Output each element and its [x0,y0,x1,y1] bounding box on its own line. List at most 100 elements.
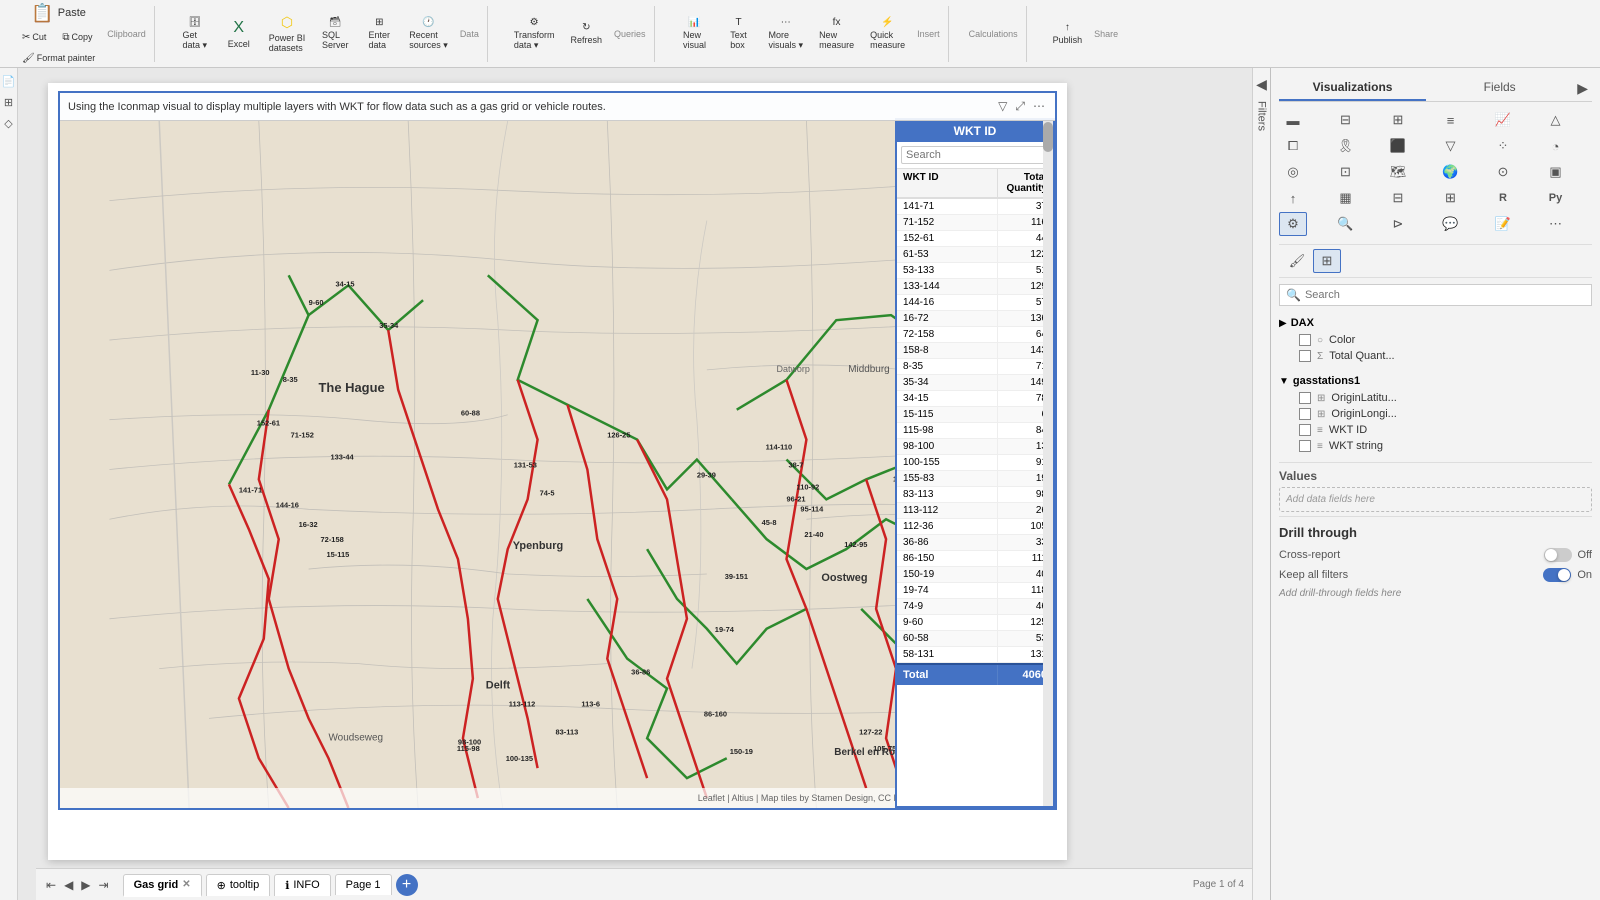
viz-waterfall[interactable]: ⬛ [1384,134,1412,158]
format-painter-button[interactable]: 🖌 Format painter [16,49,101,68]
table-row[interactable]: 72-15864 [897,327,1053,343]
table-row[interactable]: 36-8633 [897,535,1053,551]
viz-map[interactable]: 🗺 [1384,160,1412,184]
table-row[interactable]: 35-34149 [897,375,1053,391]
viz-decomp-tree[interactable]: ⊳ [1384,212,1412,236]
wkt-scrollbar[interactable] [1043,169,1053,806]
table-row[interactable]: 8-3571 [897,359,1053,375]
get-data-button[interactable]: 🗄 Getdata ▾ [175,10,215,57]
powerbi-datasets-button[interactable]: ⬡ Power BIdatasets [263,10,312,57]
table-row[interactable]: 141-7137 [897,199,1053,215]
viz-tree-map[interactable]: ⊡ [1332,160,1360,184]
viz-area-chart[interactable]: △ [1542,108,1570,132]
viz-line-chart[interactable]: 📈 [1489,108,1517,132]
viz-100-bar[interactable]: ≡ [1437,108,1465,132]
refresh-button[interactable]: ↻ Refresh [565,13,609,55]
field-wkt-id-checkbox[interactable] [1299,424,1311,436]
viz-r-visual[interactable]: R [1489,186,1517,210]
viz-analytics-icon[interactable]: ⊞ [1313,249,1341,273]
more-options-icon[interactable]: ⋯ [1031,97,1047,116]
more-visuals-button[interactable]: ⋯ Morevisuals ▾ [763,13,810,55]
field-origin-long-checkbox[interactable] [1299,408,1311,420]
viz-python[interactable]: Py [1542,186,1570,210]
nav-first[interactable]: ⇤ [44,876,58,894]
wkt-search-input[interactable] [901,146,1053,164]
enter-data-button[interactable]: ⊞ Enterdata [359,10,399,57]
table-row[interactable]: 115-9884 [897,423,1053,439]
table-row[interactable]: 113-11226 [897,503,1053,519]
viz-scatter[interactable]: ⁘ [1489,134,1517,158]
viz-filled-map[interactable]: 🌍 [1437,160,1465,184]
tab-page1[interactable]: Page 1 [335,874,392,895]
tab-visualizations[interactable]: Visualizations [1279,76,1426,101]
field-origin-long[interactable]: ⊞ OriginLongi... [1295,406,1592,422]
table-row[interactable]: 58-131131 [897,647,1053,663]
data-view-icon[interactable]: ⊞ [1,93,16,112]
viz-cluster-bar[interactable]: ⊞ [1384,108,1412,132]
viz-stacked-area[interactable]: ⧠ [1279,134,1307,158]
viz-custom-icon[interactable]: ⚙ [1279,212,1307,236]
excel-button[interactable]: X Excel [219,10,259,57]
table-row[interactable]: 34-1578 [897,391,1053,407]
viz-stacked-bar[interactable]: ⊟ [1332,108,1360,132]
textbox-button[interactable]: T Textbox [719,13,759,55]
recent-sources-button[interactable]: 🕐 Recentsources ▾ [403,10,454,57]
field-wkt-string-checkbox[interactable] [1299,440,1311,452]
tab-gas-grid-close[interactable]: ✕ [182,879,190,890]
viz-kpi[interactable]: ↑ [1279,186,1307,210]
viz-smart-narrative[interactable]: 📝 [1489,212,1517,236]
viz-format-icon[interactable]: 🖌 [1283,249,1311,273]
viz-card[interactable]: ▣ [1542,160,1570,184]
viz-gauge[interactable]: ⊙ [1489,160,1517,184]
viz-search-icon[interactable]: 🔍 [1332,212,1360,236]
fields-search-input[interactable] [1305,289,1585,301]
table-row[interactable]: 155-8319 [897,471,1053,487]
viz-more[interactable]: ⋯ [1542,212,1570,236]
transform-data-button[interactable]: ⚙ Transformdata ▾ [508,13,561,55]
table-row[interactable]: 150-1940 [897,567,1053,583]
table-row[interactable]: 61-53122 [897,247,1053,263]
table-row[interactable]: 83-11398 [897,487,1053,503]
table-row[interactable]: 152-6144 [897,231,1053,247]
paste-button[interactable]: 📋 Paste [16,0,101,26]
viz-table[interactable]: ⊟ [1384,186,1412,210]
field-wkt-string[interactable]: ≡ WKT string [1295,438,1592,454]
table-row[interactable]: 19-74118 [897,583,1053,599]
table-row[interactable]: 98-10013 [897,439,1053,455]
table-row[interactable]: 15-1156 [897,407,1053,423]
field-total-quant-checkbox[interactable] [1299,350,1311,362]
table-row[interactable]: 53-13351 [897,263,1053,279]
publish-button[interactable]: ↑ Publish [1047,18,1089,49]
tab-tooltip[interactable]: ⊕ tooltip [206,874,271,896]
table-row[interactable]: 60-5853 [897,631,1053,647]
field-origin-lat-checkbox[interactable] [1299,392,1311,404]
keep-filters-toggle[interactable]: On [1543,568,1592,582]
panel-expand-icon[interactable]: ▶ [1573,76,1592,101]
tab-info[interactable]: ℹ INFO [274,874,330,896]
table-row[interactable]: 144-1657 [897,295,1053,311]
keep-filters-track[interactable] [1543,568,1571,582]
cross-report-track[interactable] [1544,548,1572,562]
nav-last[interactable]: ⇥ [97,876,111,894]
table-row[interactable]: 9-60125 [897,615,1053,631]
viz-donut[interactable]: ◎ [1279,160,1307,184]
table-row[interactable]: 112-36105 [897,519,1053,535]
report-view-icon[interactable]: 📄 [0,72,18,91]
nav-next[interactable]: ▶ [79,876,92,894]
sql-server-button[interactable]: 🗃 SQLServer [315,10,355,57]
viz-matrix[interactable]: ⊞ [1437,186,1465,210]
copy-button[interactable]: ⧉ Copy [56,28,98,47]
field-color[interactable]: ○ Color [1295,332,1592,348]
table-row[interactable]: 100-15591 [897,455,1053,471]
field-origin-lat[interactable]: ⊞ OriginLatitu... [1295,390,1592,406]
table-row[interactable]: 16-72136 [897,311,1053,327]
table-row[interactable]: 133-144129 [897,279,1053,295]
viz-qa[interactable]: 💬 [1437,212,1465,236]
filter-toggle-icon[interactable]: ◀ [1256,76,1267,93]
tab-fields[interactable]: Fields [1426,76,1573,101]
add-page-button[interactable]: + [396,874,418,896]
quick-measure-button[interactable]: ⚡ Quickmeasure [864,13,911,55]
cross-report-toggle[interactable]: Off [1544,548,1592,562]
table-row[interactable]: 71-152116 [897,215,1053,231]
field-wkt-id[interactable]: ≡ WKT ID [1295,422,1592,438]
